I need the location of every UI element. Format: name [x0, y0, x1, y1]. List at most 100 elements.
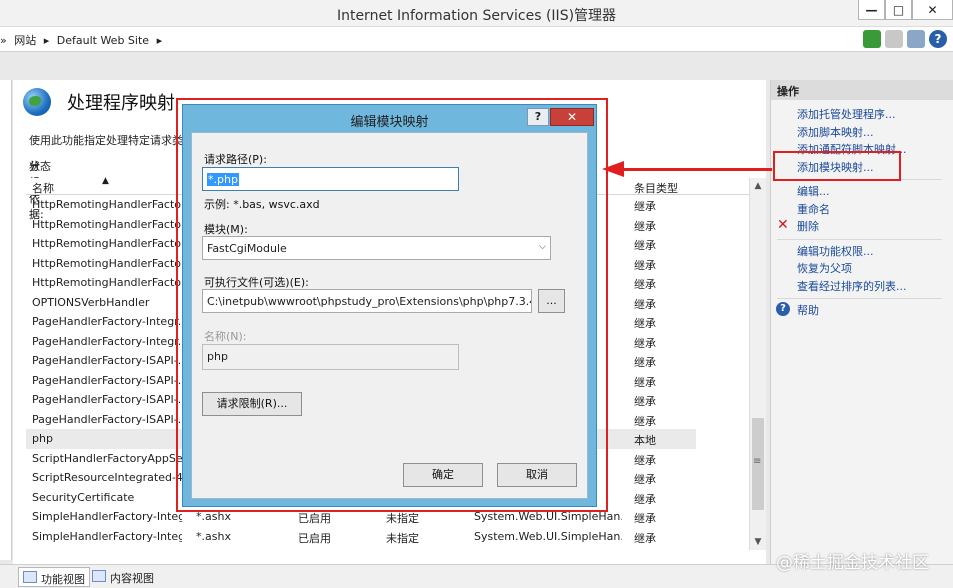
cell-name: PageHandlerFactory-Integr...	[32, 334, 182, 348]
cell-handler: System.Web.UI.SimpleHan...	[474, 529, 622, 543]
sort-ascending-icon: ▲	[102, 176, 109, 186]
scroll-thumb[interactable]: ≡	[752, 418, 764, 510]
maximize-button[interactable]: □	[885, 0, 912, 20]
address-bar: » 网站 ▸ Default Web Site ▸ ?	[0, 27, 953, 52]
annotation-arrow	[622, 168, 772, 171]
cell-name: SimpleHandlerFactory-Integ...	[32, 529, 182, 543]
cell-name: PageHandlerFactory-ISAPI-...	[32, 354, 182, 367]
breadcrumb-overflow[interactable]: »	[0, 34, 7, 47]
cell-entry: 继承	[634, 375, 656, 389]
action-help[interactable]: ? 帮助	[776, 302, 953, 320]
cell-entry: 继承	[634, 473, 656, 486]
cell-entry: 继承	[634, 356, 656, 369]
group-by[interactable]: 分组依据: 状态	[29, 158, 51, 221]
tab-features-view-label: 功能视图	[41, 573, 85, 586]
cell-name: SecurityCertificate	[32, 490, 135, 504]
scroll-down-icon[interactable]: ▼	[750, 534, 766, 550]
action-add-managed-handler[interactable]: 添加托管处理程序...	[797, 106, 953, 124]
cell-entry: 继承	[634, 219, 656, 233]
cell-name: ScriptHandlerFactoryAppSe...	[32, 451, 182, 465]
cell-name: SimpleHandlerFactory-Integ...	[32, 510, 182, 523]
cell-name: HttpRemotingHandlerFacto...	[32, 256, 182, 270]
action-view-ordered-list[interactable]: 查看经过排序的列表...	[797, 278, 953, 296]
cell-entry: 继承	[634, 453, 656, 467]
cell-name: PageHandlerFactory-ISAPI-...	[32, 393, 182, 406]
action-delete[interactable]: ✕ 删除	[777, 217, 953, 236]
cell-name: HttpRemotingHandlerFacto...	[32, 276, 182, 289]
connections-pane	[0, 80, 12, 560]
cell-name: OPTIONSVerbHandler	[32, 295, 150, 309]
cell-name: PageHandlerFactory-Integr...	[32, 315, 182, 328]
home-icon[interactable]	[907, 30, 925, 48]
cell-entry: 继承	[634, 336, 656, 350]
cell-name: PageHandlerFactory-ISAPI-...	[32, 412, 182, 426]
action-help-label: 帮助	[797, 304, 819, 317]
cell-path: *.ashx	[196, 529, 231, 543]
minimize-icon: —	[865, 2, 878, 17]
column-name[interactable]: 名称	[32, 180, 54, 196]
action-delete-label: 删除	[797, 220, 819, 233]
cell-state: 已启用	[298, 531, 331, 545]
cell-entry: 继承	[634, 317, 656, 330]
stop-icon[interactable]	[885, 30, 903, 48]
tab-features-view[interactable]: 功能视图	[18, 567, 90, 587]
cell-entry: 继承	[634, 258, 656, 272]
breadcrumb-sites[interactable]: 网站	[14, 34, 36, 47]
annotation-box-dialog	[176, 98, 608, 512]
divider	[777, 298, 942, 299]
actions-header: 操作	[771, 80, 953, 100]
actions-list: 添加托管处理程序... 添加脚本映射... 添加通配符脚本映射... 添加模块映…	[771, 100, 953, 320]
action-revert-to-parent[interactable]: 恢复为父项	[797, 260, 953, 278]
delete-icon: ✕	[777, 217, 789, 233]
refresh-icon[interactable]	[863, 30, 881, 48]
column-entry-type[interactable]: 条目类型	[634, 180, 678, 196]
action-add-script-map[interactable]: 添加脚本映射...	[797, 124, 953, 142]
breadcrumb-separator-icon[interactable]: ▸	[157, 34, 163, 47]
action-edit-feature-permissions[interactable]: 编辑功能权限...	[797, 243, 953, 261]
action-rename[interactable]: 重命名	[797, 201, 953, 219]
divider	[777, 238, 942, 240]
maximize-icon: □	[892, 2, 905, 17]
table-row[interactable]: SimpleHandlerFactory-Integ... *.ashx 已启用 未指…	[26, 527, 696, 547]
action-edit[interactable]: 编辑...	[797, 183, 953, 201]
cell-entry: 本地	[634, 434, 656, 447]
cell-verb: 未指定	[386, 531, 419, 545]
breadcrumb: » 网站 ▸ Default Web Site ▸	[0, 32, 166, 48]
cell-name: php	[32, 432, 53, 445]
address-toolbar: ?	[863, 30, 947, 48]
help-icon: ?	[776, 302, 790, 316]
cell-entry: 继承	[634, 492, 656, 506]
grip-icon: ≡	[753, 456, 762, 467]
watermark: @稀土掘金技术社区	[776, 553, 929, 573]
cell-entry: 继承	[634, 297, 656, 311]
features-view-icon	[23, 571, 37, 583]
cell-verb: 未指定	[386, 512, 419, 525]
tab-content-view[interactable]: 内容视图	[88, 567, 158, 587]
cell-entry: 继承	[634, 239, 656, 252]
annotation-box-add-module	[773, 151, 901, 181]
tab-content-view-label: 内容视图	[110, 572, 154, 585]
cell-name: HttpRemotingHandlerFacto...	[32, 198, 182, 211]
cell-name: ScriptResourceIntegrated-4.0	[32, 471, 182, 484]
window-title: Internet Information Services (IIS)管理器	[336, 8, 617, 24]
window-titlebar: Internet Information Services (IIS)管理器 —…	[0, 0, 953, 27]
page-title: 处理程序映射	[67, 93, 175, 114]
feature-description: 使用此功能指定处理特定请求类型	[29, 134, 194, 147]
cell-name: PageHandlerFactory-ISAPI-...	[32, 373, 182, 387]
content-view-icon	[92, 570, 106, 582]
cell-name: HttpRemotingHandlerFacto...	[32, 217, 182, 231]
cell-entry: 继承	[634, 531, 656, 545]
cell-entry: 继承	[634, 278, 656, 291]
cell-entry: 继承	[634, 414, 656, 428]
window-close-button[interactable]: ✕	[912, 0, 953, 20]
scroll-up-icon[interactable]: ▲	[750, 178, 766, 194]
feature-header: 处理程序映射	[23, 88, 175, 116]
cell-entry: 继承	[634, 200, 656, 213]
breadcrumb-default-web-site[interactable]: Default Web Site	[57, 34, 149, 47]
close-icon: ✕	[927, 2, 938, 17]
breadcrumb-separator-icon[interactable]: ▸	[44, 34, 50, 47]
globe-icon	[23, 88, 51, 116]
help-icon[interactable]: ?	[929, 30, 947, 48]
grid-scrollbar[interactable]: ▲ ≡ ▼	[749, 178, 766, 550]
minimize-button[interactable]: —	[858, 0, 885, 20]
